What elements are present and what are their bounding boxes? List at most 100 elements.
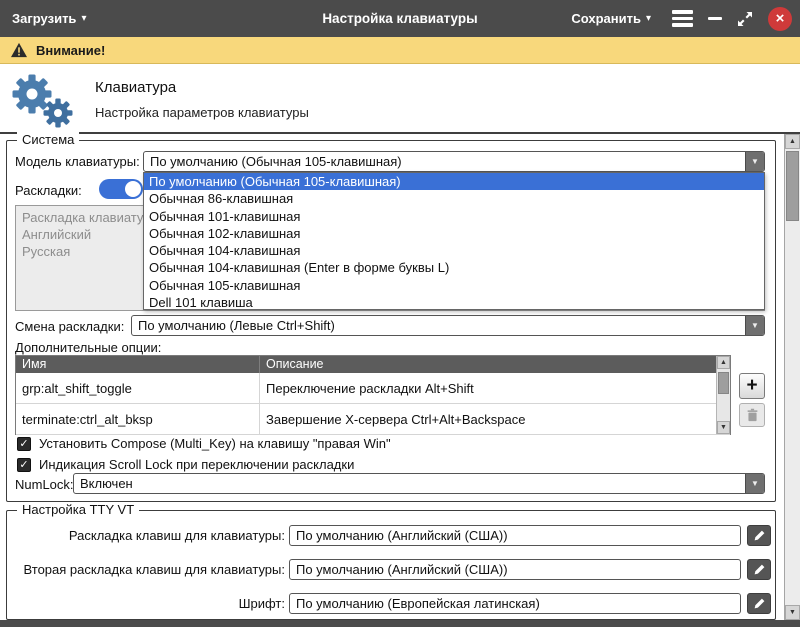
system-legend: Система [17, 132, 79, 147]
page-title: Клавиатура [95, 79, 176, 96]
chevron-down-icon: ▼ [751, 321, 759, 330]
load-menu-label: Загрузить [12, 11, 76, 26]
combo-arrow-button[interactable]: ▼ [745, 316, 764, 335]
dropdown-option[interactable]: Обычная 101-клавишная [144, 208, 764, 225]
tty-font-field[interactable]: По умолчанию (Европейская латинская) [289, 593, 741, 614]
delete-option-button[interactable] [739, 403, 765, 427]
tty-layout2-field[interactable]: По умолчанию (Английский (США)) [289, 559, 741, 580]
warning-icon [10, 42, 28, 58]
menu-button[interactable] [672, 0, 693, 37]
toggle-knob [125, 181, 141, 197]
switch-combobox[interactable]: По умолчанию (Левые Ctrl+Shift) ▼ [131, 315, 765, 336]
pencil-icon [753, 529, 766, 542]
table-row[interactable]: grp:alt_shift_toggle Переключение раскла… [16, 373, 730, 404]
tty-legend: Настройка TTY VT [17, 502, 139, 517]
system-section: Система Модель клавиатуры: По умолчанию … [6, 140, 776, 502]
close-button[interactable]: × [768, 7, 792, 31]
tty-layout-field[interactable]: По умолчанию (Английский (США)) [289, 525, 741, 546]
combo-arrow-button[interactable]: ▼ [745, 152, 764, 171]
table-row[interactable]: terminate:ctrl_alt_bksp Завершение X-сер… [16, 404, 730, 435]
warning-bar: Внимание! [0, 37, 800, 64]
scroll-down-button[interactable]: ▼ [717, 421, 730, 434]
pencil-icon [753, 597, 766, 610]
page-subtitle: Настройка параметров клавиатуры [95, 105, 309, 120]
check-icon: ✓ [19, 438, 28, 450]
check-icon: ✓ [19, 459, 28, 471]
numlock-label: NumLock: [15, 477, 74, 492]
hamburger-icon [672, 10, 693, 27]
scroll-down-icon: ▼ [720, 424, 727, 431]
scrollbar-thumb[interactable] [718, 372, 729, 394]
add-option-button[interactable]: + [739, 373, 765, 399]
dropdown-option[interactable]: Обычная 105-клавишная [144, 277, 764, 294]
model-combobox[interactable]: По умолчанию (Обычная 105-клавишная) ▼ [143, 151, 765, 172]
dropdown-option[interactable]: Обычная 104-клавишная (Enter в форме бук… [144, 259, 764, 276]
pencil-icon [753, 563, 766, 576]
model-value: По умолчанию (Обычная 105-клавишная) [150, 152, 740, 171]
scrollbar-thumb[interactable] [786, 151, 799, 221]
plus-icon: + [746, 375, 757, 397]
tty-layout2-label: Вторая раскладка клавиш для клавиатуры: [13, 562, 285, 577]
main-scrollbar[interactable]: ▲ ▼ [784, 134, 800, 620]
option-description: Переключение раскладки Alt+Shift [260, 373, 716, 403]
chevron-down-icon: ▼ [751, 157, 759, 166]
table-header: Имя Описание [16, 356, 730, 373]
dropdown-option[interactable]: Обычная 104-клавишная [144, 242, 764, 259]
numlock-value: Включен [80, 474, 740, 493]
tty-section: Настройка TTY VT Раскладка клавиш для кл… [6, 510, 776, 620]
switch-value: По умолчанию (Левые Ctrl+Shift) [138, 316, 740, 335]
edit-button[interactable] [747, 525, 771, 546]
dropdown-option[interactable]: По умолчанию (Обычная 105-клавишная) [144, 173, 764, 190]
minimize-button[interactable] [708, 0, 722, 37]
scroll-up-icon: ▲ [789, 138, 796, 145]
chevron-down-icon: ▾ [646, 13, 651, 24]
numlock-combobox[interactable]: Включен ▼ [73, 473, 765, 494]
switch-label: Смена раскладки: [15, 319, 124, 334]
chevron-down-icon: ▾ [81, 13, 86, 24]
trash-icon [746, 408, 759, 422]
layouts-toggle[interactable] [99, 179, 143, 199]
option-description: Завершение X-сервера Ctrl+Alt+Backspace [260, 404, 716, 434]
titlebar-actions: Сохранить ▾ × [565, 0, 792, 37]
chevron-down-icon: ▼ [751, 479, 759, 488]
close-icon: × [776, 10, 785, 27]
keyboard-settings-window: Загрузить ▾ Настройка клавиатуры Сохрани… [0, 0, 800, 627]
scroll-down-icon: ▼ [789, 609, 796, 616]
load-menu-button[interactable]: Загрузить ▾ [6, 0, 92, 37]
option-name: terminate:ctrl_alt_bksp [16, 404, 260, 434]
combo-arrow-button[interactable]: ▼ [745, 474, 764, 493]
title-bar: Загрузить ▾ Настройка клавиатуры Сохрани… [0, 0, 800, 37]
model-label: Модель клавиатуры: [15, 154, 140, 169]
edit-button[interactable] [747, 593, 771, 614]
expand-button[interactable] [737, 0, 753, 37]
expand-icon [737, 11, 753, 27]
scrolllock-checkbox-label: Индикация Scroll Lock при переключении р… [39, 457, 354, 472]
save-menu-label: Сохранить [571, 11, 641, 26]
column-header-description: Описание [260, 356, 716, 373]
page-header: Клавиатура Настройка параметров клавиату… [0, 64, 800, 134]
edit-button[interactable] [747, 559, 771, 580]
compose-checkbox-row: ✓ Установить Compose (Multi_Key) на клав… [17, 436, 391, 451]
scrolllock-checkbox[interactable]: ✓ [17, 458, 31, 472]
dropdown-option[interactable]: Обычная 86-клавишная [144, 190, 764, 207]
scroll-down-button[interactable]: ▼ [785, 605, 800, 620]
scroll-up-icon: ▲ [720, 359, 727, 366]
table-scrollbar[interactable]: ▲ ▼ [716, 356, 730, 434]
scroll-up-button[interactable]: ▲ [717, 356, 730, 369]
compose-checkbox[interactable]: ✓ [17, 437, 31, 451]
scrolllock-checkbox-row: ✓ Индикация Scroll Lock при переключении… [17, 457, 354, 472]
options-table: Имя Описание grp:alt_shift_toggle Перекл… [15, 355, 731, 435]
option-name: grp:alt_shift_toggle [16, 373, 260, 403]
compose-checkbox-label: Установить Compose (Multi_Key) на клавиш… [39, 436, 391, 451]
column-header-name: Имя [16, 356, 260, 373]
extra-options-label: Дополнительные опции: [15, 340, 161, 355]
dropdown-option[interactable]: Dell 101 клавиша [144, 294, 764, 311]
minimize-icon [708, 17, 722, 20]
scroll-up-button[interactable]: ▲ [785, 134, 800, 149]
tty-font-label: Шрифт: [13, 596, 285, 611]
tty-layout-label: Раскладка клавиш для клавиатуры: [13, 528, 285, 543]
dropdown-option[interactable]: Обычная 102-клавишная [144, 225, 764, 242]
bottom-bar [0, 620, 800, 627]
save-menu-button[interactable]: Сохранить ▾ [565, 0, 657, 37]
gears-icon [8, 72, 74, 128]
